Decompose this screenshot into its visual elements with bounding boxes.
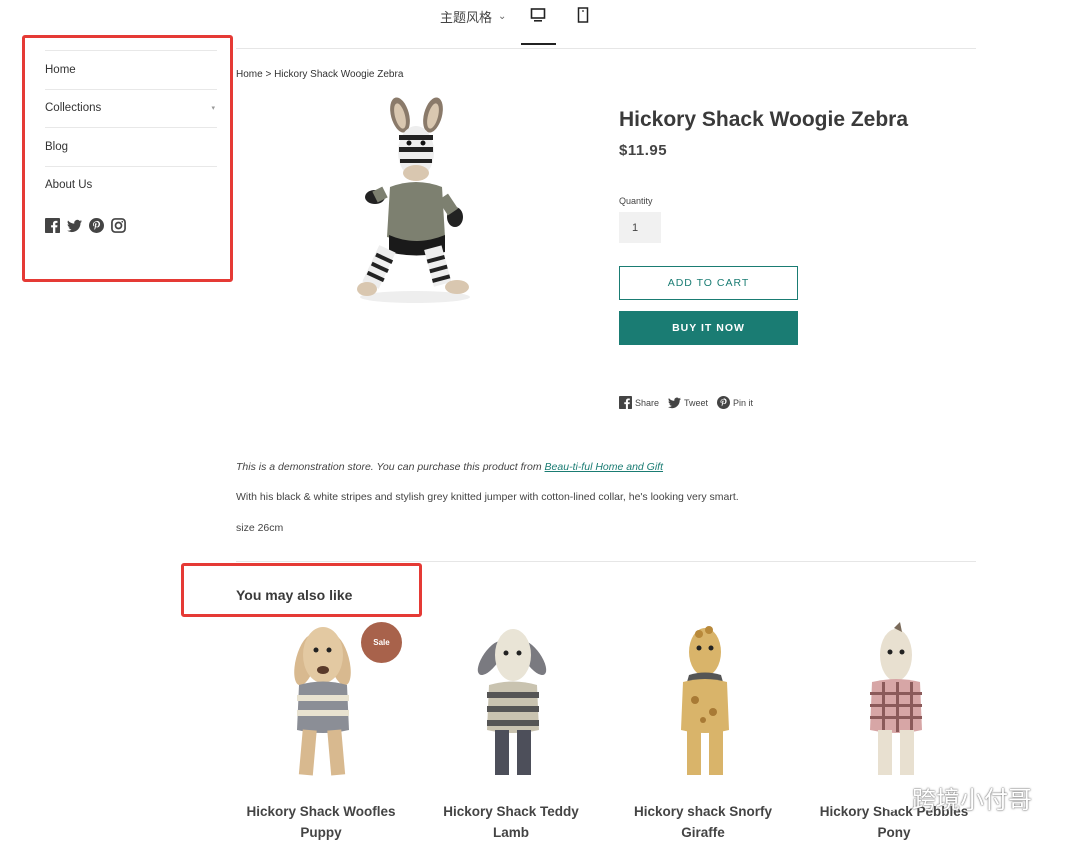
share-twitter-link[interactable]: Tweet	[668, 396, 708, 409]
pin-label: Pin it	[733, 397, 754, 408]
sidebar-item-label: Collections	[45, 102, 102, 115]
caret-down-icon: ▾	[211, 105, 215, 113]
demo-notice-text: This is a demonstration store. You can p…	[236, 461, 545, 473]
divider	[236, 48, 976, 49]
product-name-line1: Hickory shack Snorfy	[633, 804, 773, 819]
share-facebook-link[interactable]: Share	[619, 396, 659, 409]
product-name: Hickory Shack Teddy Lamb	[416, 801, 606, 843]
facebook-icon	[619, 396, 632, 409]
demo-store-notice: This is a demonstration store. You can p…	[236, 461, 663, 473]
product-name-line2: Lamb	[492, 825, 529, 840]
divider	[236, 561, 976, 562]
desktop-icon	[530, 8, 546, 22]
product-name: Hickory shack Snorfy Giraffe	[608, 801, 798, 843]
store-link[interactable]: Beau-ti-ful Home and Gift	[545, 461, 663, 473]
quantity-label: Quantity	[619, 196, 653, 206]
wechat-icon	[867, 784, 904, 810]
facebook-icon[interactable]	[45, 218, 60, 233]
related-product-card[interactable]: Hickory Shack Teddy Lamb	[416, 620, 606, 843]
sidebar-nav: Home Collections ▾ Blog About Us	[45, 50, 217, 233]
theme-style-dropdown[interactable]: 主题风格 ⌄	[440, 7, 506, 26]
twitter-icon	[668, 397, 682, 409]
mobile-icon	[577, 7, 589, 23]
product-title: Hickory Shack Woogie Zebra	[619, 108, 909, 131]
instagram-icon[interactable]	[111, 218, 126, 233]
product-thumbnail	[870, 622, 922, 775]
share-label: Share	[635, 397, 660, 408]
watermark: 跨境小付哥	[866, 780, 1032, 815]
product-name-line2: Giraffe	[681, 825, 725, 840]
product-size: size 26cm	[236, 522, 284, 534]
product-price: $11.95	[619, 142, 668, 159]
product-name-line1: Hickory Shack Woofles	[246, 804, 396, 819]
add-to-cart-button[interactable]: ADD TO CART	[619, 266, 798, 300]
desktop-view-button[interactable]	[521, 4, 555, 26]
active-view-indicator	[521, 43, 556, 45]
product-description: With his black & white stripes and styli…	[236, 491, 739, 503]
sidebar-highlight-box: Home Collections ▾ Blog About Us	[22, 35, 233, 282]
sidebar-item-home[interactable]: Home	[45, 50, 217, 89]
buy-it-now-button[interactable]: BUY IT NOW	[619, 311, 798, 345]
sidebar-item-blog[interactable]: Blog	[45, 127, 217, 166]
breadcrumb[interactable]: Home > Hickory Shack Woogie Zebra	[236, 69, 403, 80]
share-pinterest-link[interactable]: Pin it	[717, 396, 753, 409]
related-title: You may also like	[236, 587, 353, 603]
twitter-icon[interactable]	[67, 218, 82, 233]
product-image[interactable]	[345, 97, 485, 307]
sale-badge: Sale	[361, 622, 402, 663]
pinterest-icon	[717, 396, 731, 409]
product-name: Hickory Shack Woofles Puppy	[226, 801, 416, 843]
sidebar-item-label: Blog	[45, 140, 69, 153]
social-links	[45, 218, 217, 233]
tweet-label: Tweet	[684, 397, 709, 408]
product-name-line1: Hickory Shack Teddy	[443, 804, 579, 819]
chevron-down-icon: ⌄	[498, 11, 507, 22]
sidebar-item-label: About Us	[45, 179, 93, 192]
quantity-input[interactable]	[619, 212, 661, 243]
sidebar-item-about-us[interactable]: About Us	[45, 165, 217, 205]
share-links: Share Tweet Pin it	[619, 396, 753, 409]
pinterest-icon[interactable]	[89, 218, 104, 233]
product-name-line2: Puppy	[300, 825, 342, 840]
watermark-text: 跨境小付哥	[912, 787, 1032, 814]
product-thumbnail	[477, 629, 547, 775]
theme-style-label: 主题风格	[440, 10, 493, 25]
related-product-card[interactable]: Hickory shack Snorfy Giraffe	[608, 620, 798, 843]
product-name-line2: Pony	[877, 825, 911, 840]
mobile-view-button[interactable]	[566, 4, 600, 26]
product-thumbnail	[681, 626, 729, 775]
sidebar-item-label: Home	[45, 63, 76, 76]
sidebar-item-collections[interactable]: Collections ▾	[45, 88, 217, 128]
